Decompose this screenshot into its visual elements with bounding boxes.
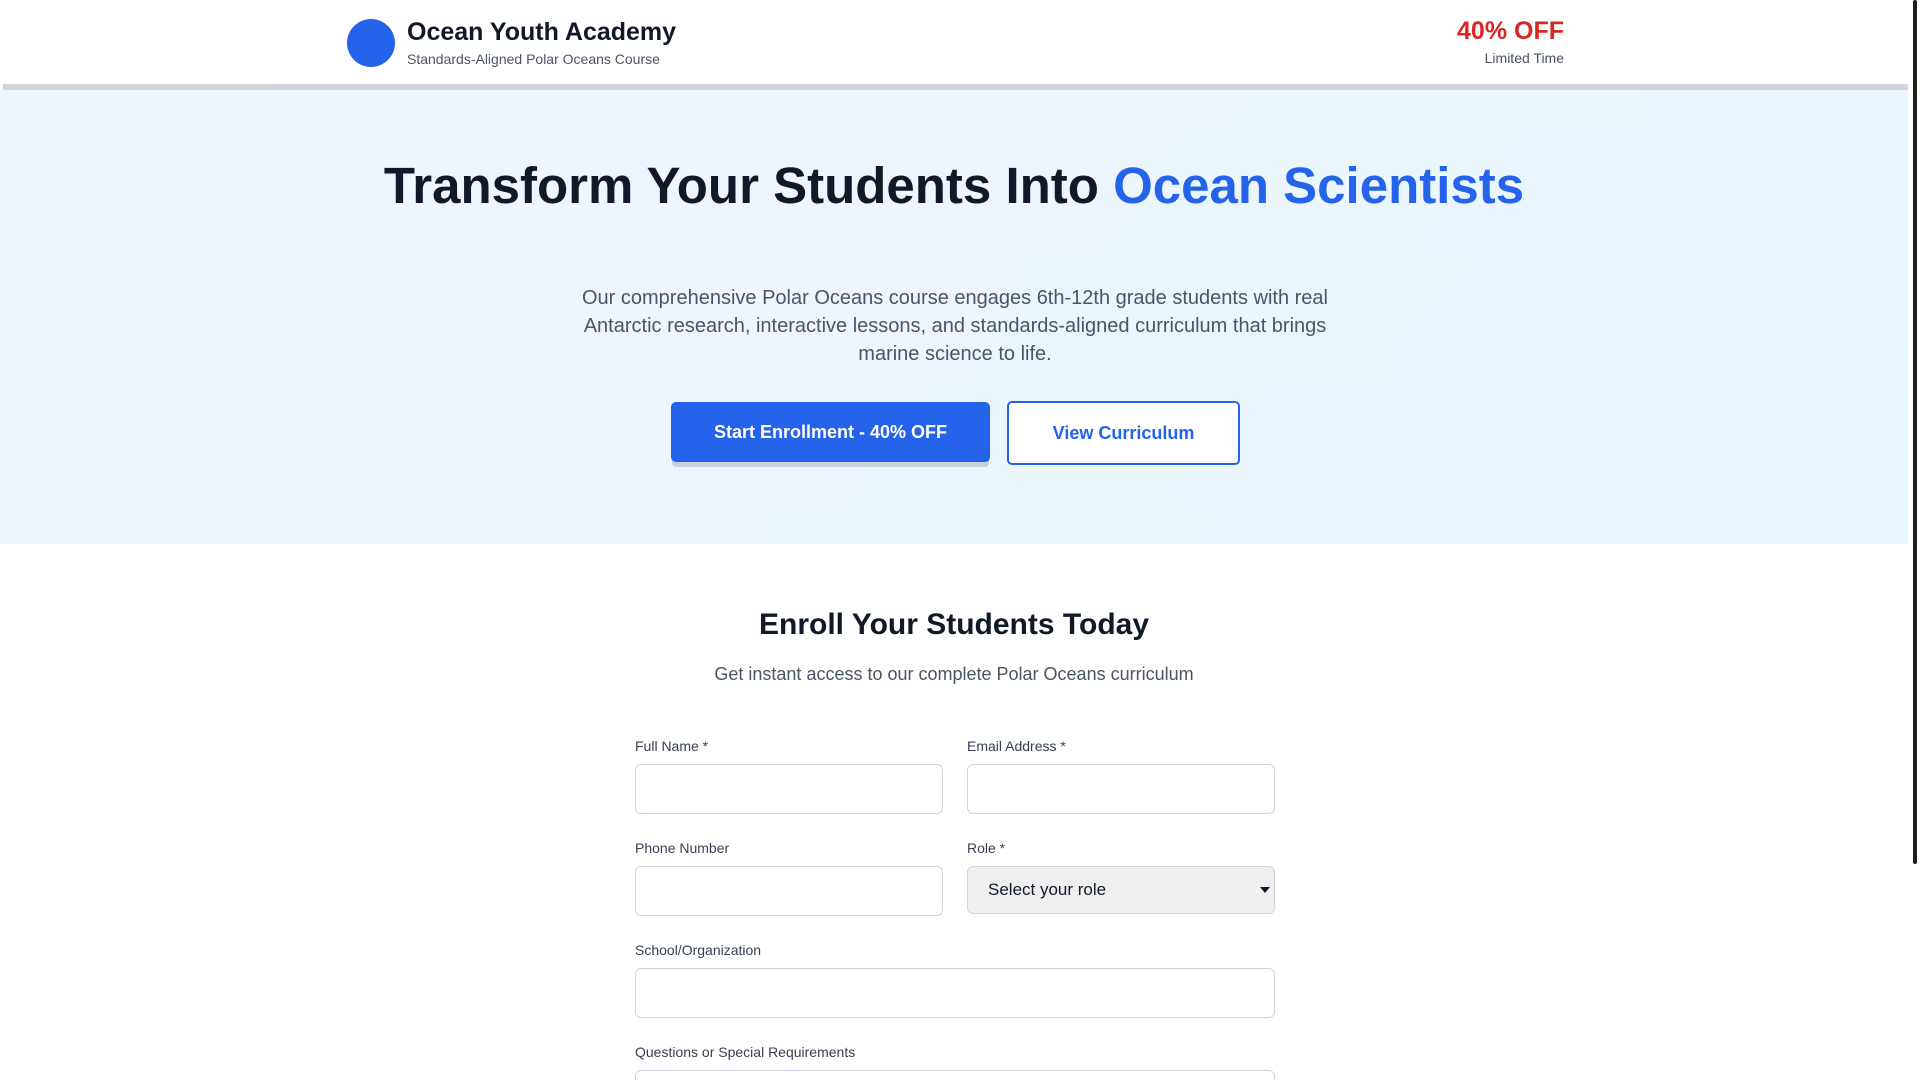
scrollbar-thumb[interactable] <box>1913 0 1917 864</box>
email-input[interactable] <box>967 764 1275 814</box>
hero-title-accent: Ocean Scientists <box>1113 157 1525 214</box>
phone-input[interactable] <box>635 866 943 916</box>
chevron-down-icon <box>1260 887 1270 893</box>
school-input[interactable] <box>635 968 1275 1018</box>
role-select-value: Select your role <box>988 880 1107 899</box>
promo-limited: Limited Time <box>1484 50 1564 66</box>
email-label: Email Address * <box>967 738 1066 754</box>
start-enrollment-button[interactable]: Start Enrollment - 40% OFF <box>671 402 990 462</box>
full-name-input[interactable] <box>635 764 943 814</box>
enroll-title: Enroll Your Students Today <box>758 608 1150 641</box>
role-label: Role * <box>967 840 1006 856</box>
hero-title: Transform Your Students Into Ocean Scien… <box>0 160 1908 211</box>
page: Ocean Youth Academy Standards-Aligned Po… <box>0 0 1908 1080</box>
questions-textarea[interactable] <box>635 1070 1275 1080</box>
phone-label: Phone Number <box>635 840 730 856</box>
page-scrollbar[interactable] <box>1910 0 1920 1080</box>
brand-title: Ocean Youth Academy <box>407 18 677 46</box>
hero-title-main: Transform Your Students Into <box>383 157 1114 214</box>
role-select[interactable]: Select your role <box>967 866 1275 914</box>
school-label: School/Organization <box>635 942 762 958</box>
questions-label: Questions or Special Requirements <box>635 1044 856 1060</box>
full-name-label: Full Name * <box>635 738 709 754</box>
hero-section: Transform Your Students Into Ocean Scien… <box>0 90 1908 544</box>
brand-subtitle: Standards-Aligned Polar Oceans Course <box>407 51 660 67</box>
logo-icon <box>347 19 395 67</box>
hero-description: Our comprehensive Polar Oceans course en… <box>582 287 1328 365</box>
site-header: Ocean Youth Academy Standards-Aligned Po… <box>0 0 1908 84</box>
view-curriculum-button[interactable]: View Curriculum <box>1007 401 1240 465</box>
promo-badge: 40% OFF Limited Time <box>1457 16 1564 68</box>
enroll-subtitle: Get instant access to our complete Polar… <box>714 664 1194 684</box>
brand-text: Ocean Youth Academy Standards-Aligned Po… <box>407 17 676 69</box>
brand[interactable]: Ocean Youth Academy Standards-Aligned Po… <box>347 17 676 69</box>
promo-discount: 40% OFF <box>1457 17 1564 45</box>
